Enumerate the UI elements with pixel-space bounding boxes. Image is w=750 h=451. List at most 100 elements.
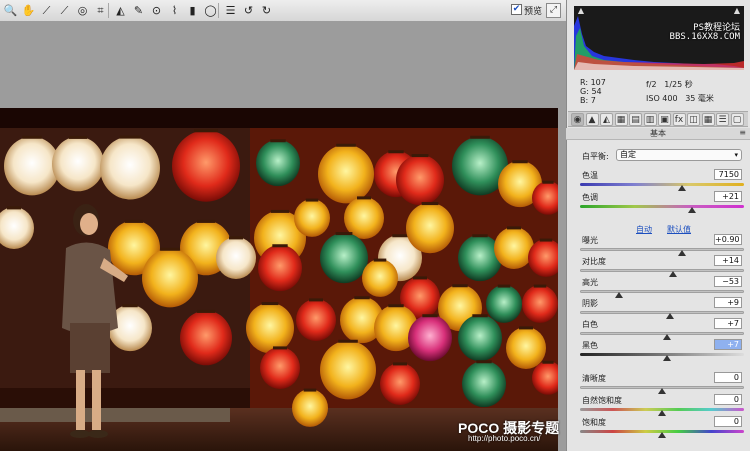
shadows-slider-track[interactable] — [580, 311, 744, 314]
straighten-tool-icon[interactable]: ◭ — [112, 2, 129, 19]
panel-tab-5[interactable]: ▤ — [629, 113, 642, 126]
lantern — [406, 202, 454, 254]
lantern-cap — [542, 180, 554, 184]
red-eye-icon[interactable]: ⊙ — [148, 2, 165, 19]
pixel-readout: R: 107 G: 54 B: 7 f/2 1/25 秒 ISO 400 35 … — [574, 76, 744, 106]
lantern-cap — [497, 284, 511, 288]
lantern — [292, 389, 328, 427]
highlights-slider-track[interactable] — [580, 290, 744, 293]
shadow-clipping-icon[interactable]: ▲ — [576, 6, 586, 16]
blacks-slider-thumb[interactable] — [662, 355, 671, 361]
lantern-cap — [270, 139, 286, 143]
lantern — [396, 154, 444, 206]
auto-link[interactable]: 自动 — [636, 224, 652, 235]
toolbar-separator — [218, 3, 219, 18]
panel-tab-3[interactable]: ◭ — [600, 113, 613, 126]
saturation-slider-thumb[interactable] — [658, 432, 666, 438]
exposure-slider-thumb[interactable] — [677, 250, 686, 256]
r-readout: R: 107 — [580, 78, 606, 87]
temperature-value-field[interactable]: 7150 — [714, 169, 742, 180]
lantern — [256, 139, 300, 187]
lantern-cap — [22, 135, 42, 139]
temperature-slider-thumb[interactable] — [677, 185, 686, 191]
panel-menu-icon[interactable]: ≡ — [739, 128, 746, 137]
lantern — [462, 360, 506, 408]
lantern-cap — [354, 296, 370, 300]
crop-tool-icon[interactable]: ⌗ — [92, 2, 109, 19]
color-sampler-icon[interactable]: ⟋ — [56, 2, 73, 19]
exposure-slider-track[interactable] — [580, 248, 744, 251]
lantern — [362, 259, 398, 297]
lantern-cap — [229, 236, 243, 240]
highlights-value-field[interactable]: −53 — [714, 276, 742, 287]
radial-filter-icon[interactable]: ◯ — [202, 2, 219, 19]
rotate-cw-icon[interactable]: ↻ — [258, 2, 275, 19]
lantern-cap — [470, 135, 490, 139]
saturation-value-field[interactable]: 0 — [714, 416, 742, 427]
clarity-value-field[interactable]: 0 — [714, 372, 742, 383]
whites-slider-thumb[interactable] — [662, 334, 671, 340]
lantern-cap — [124, 219, 144, 223]
white-balance-select[interactable]: 自定 ▾ — [616, 149, 742, 161]
blacks-value-field[interactable]: +7 — [714, 339, 742, 350]
whites-value-field[interactable]: +7 — [714, 318, 742, 329]
lantern-cap — [512, 160, 528, 164]
hand-tool-icon[interactable]: ✋ — [20, 2, 37, 19]
lantern-cap — [305, 198, 319, 202]
panel-tab-1[interactable]: ◉ — [571, 113, 584, 126]
hist-watermark-line2: BBS.16XX8.COM — [669, 32, 740, 42]
shadows-value-field[interactable]: +9 — [714, 297, 742, 308]
panel-tab-7[interactable]: ▣ — [658, 113, 671, 126]
exposure-value-field[interactable]: +0.90 — [714, 234, 742, 245]
contrast-slider-thumb[interactable] — [669, 271, 678, 277]
vibrance-value-field[interactable]: 0 — [714, 394, 742, 405]
rotate-ccw-icon[interactable]: ↺ — [240, 2, 257, 19]
clarity-slider-thumb[interactable] — [658, 388, 666, 394]
highlight-clipping-icon[interactable]: ▲ — [732, 6, 742, 16]
targeted-adjust-icon[interactable]: ◎ — [74, 2, 91, 19]
lantern-cap — [357, 196, 371, 200]
preferences-icon[interactable]: ☰ — [222, 2, 239, 19]
contrast-value-field[interactable]: +14 — [714, 255, 742, 266]
highlights-slider-thumb[interactable] — [615, 292, 624, 298]
adjustment-brush-icon[interactable]: ⌇ — [166, 2, 183, 19]
panel-tab-11[interactable]: ☰ — [716, 113, 729, 126]
preview-checkbox[interactable]: ✔ — [511, 4, 522, 15]
panel-tab-9[interactable]: ◫ — [687, 113, 700, 126]
image-canvas[interactable] — [0, 22, 566, 451]
panel-tab-10[interactable]: ▦ — [701, 113, 715, 126]
contrast-slider-track[interactable] — [580, 269, 744, 272]
lantern-cap — [421, 202, 439, 206]
spot-removal-icon[interactable]: ✎ — [130, 2, 147, 19]
fullscreen-button[interactable]: ⤢ — [546, 3, 561, 18]
tint-slider-track[interactable] — [580, 205, 744, 208]
lantern-cap — [272, 244, 288, 248]
whites-label: 白色 — [582, 320, 598, 329]
saturation-label: 饱和度 — [582, 418, 606, 427]
temperature-slider-track[interactable] — [580, 183, 744, 186]
photo-preview[interactable] — [0, 108, 558, 451]
lantern — [380, 363, 420, 405]
shadows-slider-thumb[interactable] — [666, 313, 675, 319]
vibrance-slider-thumb[interactable] — [658, 410, 666, 416]
lantern — [494, 227, 534, 269]
lantern — [506, 327, 546, 369]
zoom-tool-icon[interactable]: 🔍 — [2, 2, 19, 19]
graduated-filter-icon[interactable]: ▮ — [184, 2, 201, 19]
white-balance-tool-icon[interactable]: ⟋ — [38, 2, 55, 19]
lantern — [260, 347, 300, 389]
lantern — [318, 144, 374, 204]
tint-value-field[interactable]: +21 — [714, 191, 742, 202]
tint-slider-thumb[interactable] — [687, 207, 696, 213]
panel-tab-6[interactable]: ▥ — [643, 113, 657, 126]
lantern-cap — [303, 388, 317, 392]
panel-tab-2[interactable]: ▲ — [585, 113, 599, 126]
panel-tab-12[interactable]: ▢ — [730, 113, 744, 126]
lantern — [246, 302, 294, 354]
lantern-cap — [411, 154, 429, 158]
panel-tab-8[interactable]: fx — [672, 113, 686, 126]
panel-tab-4[interactable]: ▦ — [614, 113, 628, 126]
default-link[interactable]: 默认值 — [667, 224, 691, 235]
lantern — [216, 237, 256, 279]
lantern-cap — [452, 284, 468, 288]
